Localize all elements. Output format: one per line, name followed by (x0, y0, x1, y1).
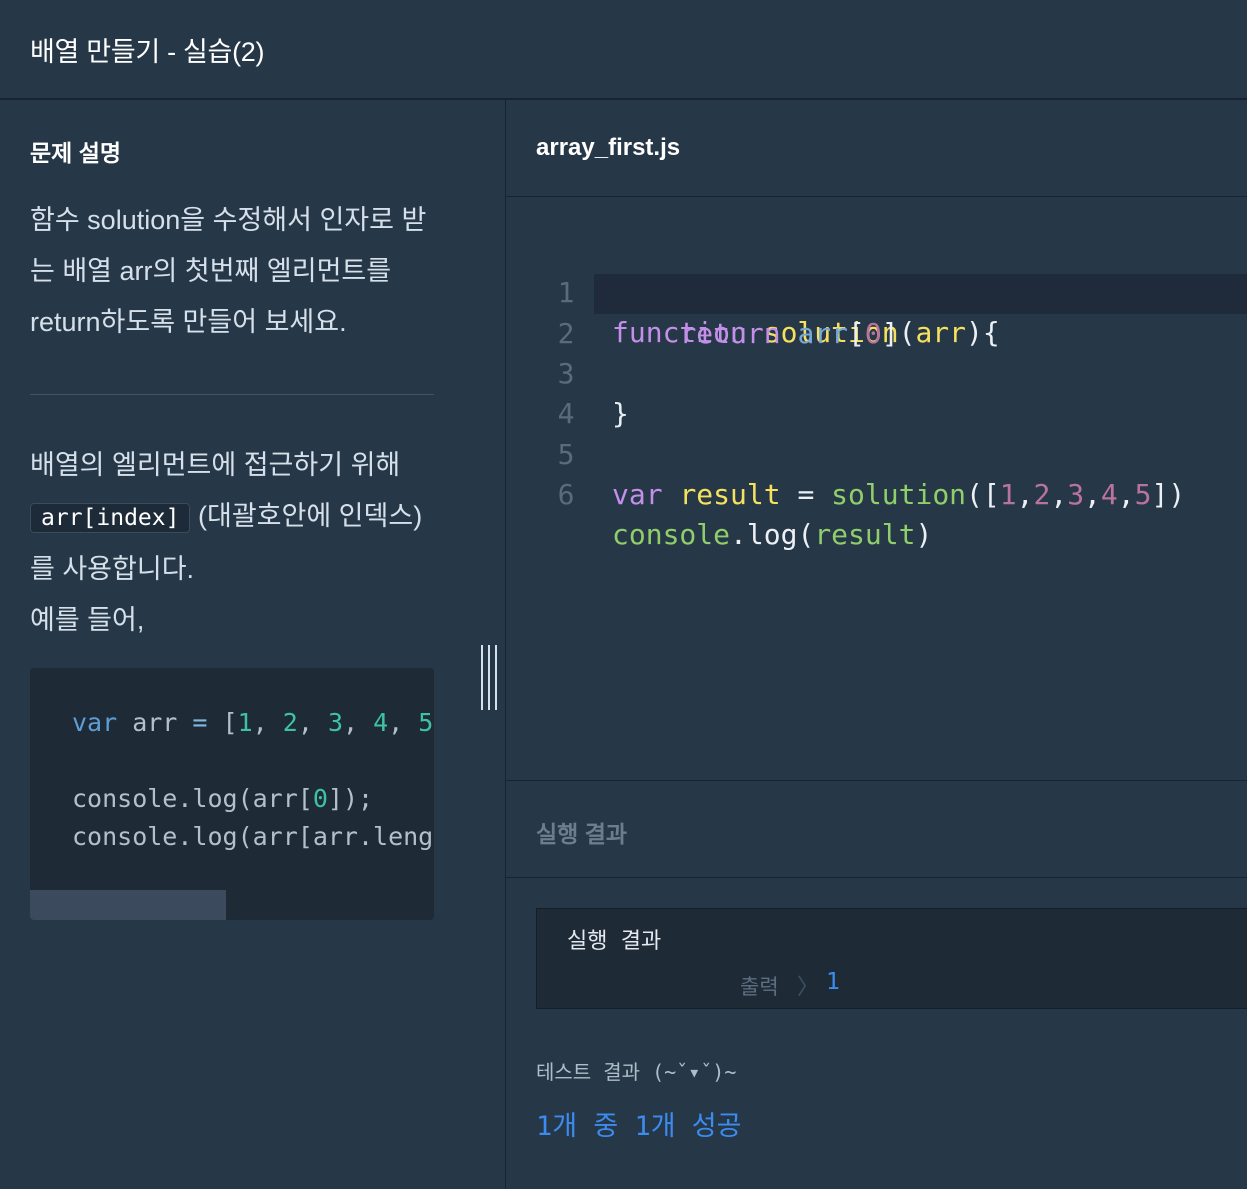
test-result-label: 테스트 결과 (~ˇ▾ˇ)~ (536, 1060, 737, 1084)
file-tab[interactable]: array_first.js (506, 100, 1247, 197)
code-text: ]); (327, 784, 374, 813)
code-text: [ (207, 708, 238, 737)
example-code: var arr = [1, 2, 3, 4, 5 console.log(arr… (72, 708, 434, 851)
code-operator: = (192, 708, 208, 737)
editor-gutter-line: 2 (506, 274, 594, 350)
code-text: console.log(arr[arr.leng (72, 822, 434, 851)
horizontal-scrollbar-thumb[interactable] (30, 890, 226, 920)
output-value: 1 (826, 969, 840, 995)
code-number: 0 (312, 784, 328, 813)
header-bar: 배열 만들기 - 실습(2) (0, 0, 1247, 100)
chevron-right-icon: 〉 (797, 974, 820, 999)
code-number: 1 (237, 708, 253, 737)
test-result-value: 1개 중 1개 성공 (536, 1111, 742, 1142)
output-label: 출력 (740, 975, 779, 999)
code-keyword: var (72, 708, 118, 737)
code-text: arr (117, 708, 193, 737)
code-text: console.log(arr[ (72, 784, 313, 813)
run-result-heading: 실행 결과 (567, 929, 662, 954)
paragraph-text: 예를 들어, (30, 605, 145, 635)
code-number: 2 (282, 708, 298, 737)
run-result-box: 실행 결과 출력 〉 1 (536, 908, 1247, 1009)
description-paragraph: 함수 solution을 수정해서 인자로 받는 배열 arr의 첫번째 엘리먼… (30, 205, 427, 337)
line-number: 6 (557, 478, 575, 511)
page-title: 배열 만들기 - 실습(2) (30, 37, 265, 67)
editor-line[interactable]: 1 function solution(arr){ (506, 233, 1247, 349)
code-line: var result = solution([1,2,3,4,5]) (612, 478, 1186, 511)
inline-code: arr[index] (30, 503, 191, 533)
vertical-grip-icon[interactable] (481, 645, 498, 710)
editor-panel: array_first.js 1 function solution(arr){… (505, 100, 1247, 1189)
code-number: 5 (418, 708, 434, 737)
result-tab-label: 실행 결과 (536, 821, 628, 847)
editor-line[interactable]: 6 console.log(result) (506, 435, 1247, 551)
description-paragraph-2: 배열의 엘리먼트에 접근하기 위해 arr[index] (대괄호안에 인덱스)… (30, 440, 440, 646)
code-line: console.log(result) (612, 518, 933, 551)
editor-line[interactable]: 5 var result = solution([1,2,3,4,5]) (506, 395, 1247, 511)
code-number: 3 (327, 708, 343, 737)
section-title: 문제 설명 (30, 140, 122, 166)
example-code-block: var arr = [1, 2, 3, 4, 5 console.log(arr… (30, 668, 434, 920)
code-number: 4 (373, 708, 389, 737)
code-editor[interactable]: 1 function solution(arr){ return arr[0] … (506, 197, 1247, 780)
divider (30, 394, 434, 395)
editor-line-active[interactable]: return arr[0] (594, 274, 1247, 350)
editor-line[interactable]: 3 } (506, 314, 1247, 430)
file-name: array_first.js (536, 134, 681, 161)
editor-line[interactable]: 4 (506, 354, 1247, 430)
problem-description-panel: 문제 설명 함수 solution을 수정해서 인자로 받는 배열 arr의 첫… (0, 100, 505, 1189)
result-tab[interactable]: 실행 결과 (506, 780, 1247, 878)
paragraph-text: 배열의 엘리먼트에 접근하기 위해 (30, 450, 401, 480)
